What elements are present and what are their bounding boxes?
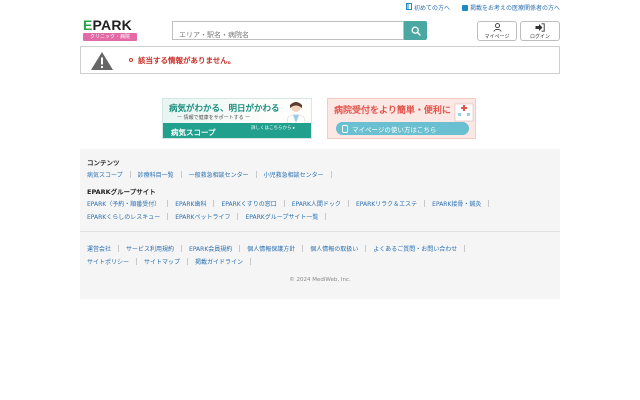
footer-link[interactable]: EPARK接骨・鍼灸 xyxy=(432,199,481,208)
for-medical-link[interactable]: 掲載をお考えの医療関係者の方へ xyxy=(461,3,560,12)
warning-icon xyxy=(90,51,114,71)
footer-link[interactable]: 個人情報保護方針 xyxy=(247,244,295,253)
group-links-row1: EPARK（予約・順番受付） EPARK歯科 EPARKくすりの窓口 EPARK人間ド… xyxy=(87,199,496,208)
link-separator xyxy=(181,245,183,252)
footer-link[interactable]: 一般救急相談センター xyxy=(189,170,249,179)
link-separator xyxy=(464,245,466,252)
footer-link[interactable]: EPARKくらしのレスキュー xyxy=(87,212,160,221)
copyright: © 2024 MediWeb, Inc. xyxy=(289,277,351,283)
link-separator xyxy=(255,171,257,178)
banner-right-headline: 病院受付をより簡単・便利に xyxy=(334,106,451,116)
footer-link[interactable]: 運営会社 xyxy=(87,244,111,253)
login-label: ログイン xyxy=(529,33,550,40)
first-time-link[interactable]: 初めての方へ xyxy=(405,3,450,12)
footer-link[interactable]: 病気スコープ xyxy=(87,170,123,179)
book-icon xyxy=(405,3,412,12)
search-button[interactable] xyxy=(404,21,427,40)
group-heading: EPARKグループサイト xyxy=(87,188,156,196)
link-separator xyxy=(239,245,241,252)
footer-link[interactable]: EPARKくすりの窓口 xyxy=(221,199,276,208)
contents-links: 病気スコープ 診療科目一覧 一般救急相談センター 小児救急相談センター xyxy=(87,170,339,179)
mypage-guide-button[interactable]: マイページの使い方はこちら xyxy=(336,122,469,135)
search-input[interactable] xyxy=(173,26,405,44)
user-icon xyxy=(493,23,502,33)
link-separator xyxy=(118,245,120,252)
footer-link[interactable]: EPARKグループサイト一覧 xyxy=(245,212,318,221)
banner-left-bar: 病気スコープ 詳しくはこちらから ▸ xyxy=(163,123,311,138)
footer-link[interactable]: サイトマップ xyxy=(144,257,180,266)
link-separator xyxy=(347,200,349,207)
link-separator xyxy=(365,245,367,252)
footer-link[interactable]: サービス利用規約 xyxy=(126,244,174,253)
footer-link[interactable]: EPARKペットライフ xyxy=(175,212,230,221)
phone-icon xyxy=(342,124,348,133)
plus-icon xyxy=(461,4,468,11)
link-separator xyxy=(302,245,304,252)
corp-links-row2: サイトポリシー サイトマップ 掲載ガイドライン xyxy=(87,257,258,266)
link-separator xyxy=(325,213,327,220)
for-medical-label: 掲載をお考えの医療関係者の方へ xyxy=(469,5,560,12)
search-icon xyxy=(411,21,421,40)
link-separator xyxy=(424,200,426,207)
mypage-guide-banner[interactable]: 病院受付をより簡単・便利に マイページの使い方はこちら xyxy=(327,98,476,139)
first-time-label: 初めての方へ xyxy=(413,5,450,12)
byoki-scope-banner[interactable]: 病気がわかる、明日がかわる ー 情報で健康をサポートする ー 病気スコープ 詳し… xyxy=(162,98,312,139)
hospital-illustration xyxy=(454,103,474,122)
logo-tagline: クリニック・病院 xyxy=(83,33,137,41)
footer-link[interactable]: EPARK会員規約 xyxy=(189,244,232,253)
link-separator xyxy=(330,171,332,178)
banner-left-sub: ー 情報で健康をサポートする ー xyxy=(177,115,251,121)
login-icon xyxy=(535,23,545,33)
footer-link[interactable]: よくあるご質問・お問い合わせ xyxy=(373,244,457,253)
footer-link[interactable]: 診療科目一覧 xyxy=(138,170,174,179)
contents-heading: コンテンツ xyxy=(87,159,120,167)
login-button[interactable]: ログイン xyxy=(520,21,560,41)
link-separator xyxy=(136,258,138,265)
footer-link[interactable]: EPARK（予約・順番受付） xyxy=(87,199,160,208)
link-separator xyxy=(167,200,169,207)
link-separator xyxy=(250,258,252,265)
group-links-row2: EPARKくらしのレスキュー EPARKペットライフ EPARKグループサイト一覧 xyxy=(87,212,333,221)
footer-link[interactable]: EPARK人間ドック xyxy=(292,199,341,208)
bullet-icon xyxy=(129,58,133,62)
link-separator xyxy=(167,213,169,220)
link-separator xyxy=(187,258,189,265)
notice-message: 該当する情報がありません。 xyxy=(138,56,236,65)
footer-link[interactable]: EPARKリラク＆エステ xyxy=(356,199,417,208)
link-separator xyxy=(213,200,215,207)
banner-left-brand: 病気スコープ xyxy=(171,128,216,137)
footer-link[interactable]: 個人情報の取扱い xyxy=(310,244,358,253)
mypage-button[interactable]: マイページ xyxy=(477,21,517,41)
mypage-label: マイページ xyxy=(484,33,510,40)
link-separator xyxy=(237,213,239,220)
search-box xyxy=(172,21,405,44)
epark-logo[interactable]: EPARK クリニック・病院 xyxy=(83,18,139,42)
link-separator xyxy=(129,171,131,178)
corp-links-row1: 運営会社 サービス利用規約 EPARK会員規約 個人情報保護方針 個人情報の取扱い よくあ… xyxy=(87,244,472,253)
footer-divider xyxy=(80,231,560,232)
logo-word: EPARK xyxy=(83,17,132,33)
banner-left-headline: 病気がわかる、明日がかわる xyxy=(169,104,280,114)
banner-right-cta: マイページの使い方はこちら xyxy=(352,125,437,134)
top-links: 初めての方へ 掲載をお考えの医療関係者の方へ xyxy=(405,3,560,12)
page: 初めての方へ 掲載をお考えの医療関係者の方へ EPARK クリニック・病院 マイ… xyxy=(0,0,640,400)
footer-link[interactable]: 小児救急相談センター xyxy=(264,170,324,179)
banner-left-cta: 詳しくはこちらから ▸ xyxy=(251,126,296,131)
footer: コンテンツ 病気スコープ 診療科目一覧 一般救急相談センター 小児救急相談センター E… xyxy=(80,149,560,299)
link-separator xyxy=(180,171,182,178)
link-separator xyxy=(488,200,490,207)
footer-link[interactable]: EPARK歯科 xyxy=(175,199,206,208)
footer-link[interactable]: 掲載ガイドライン xyxy=(195,257,243,266)
no-results-notice: 該当する情報がありません。 xyxy=(80,46,560,74)
footer-link[interactable]: サイトポリシー xyxy=(87,257,129,266)
link-separator xyxy=(283,200,285,207)
